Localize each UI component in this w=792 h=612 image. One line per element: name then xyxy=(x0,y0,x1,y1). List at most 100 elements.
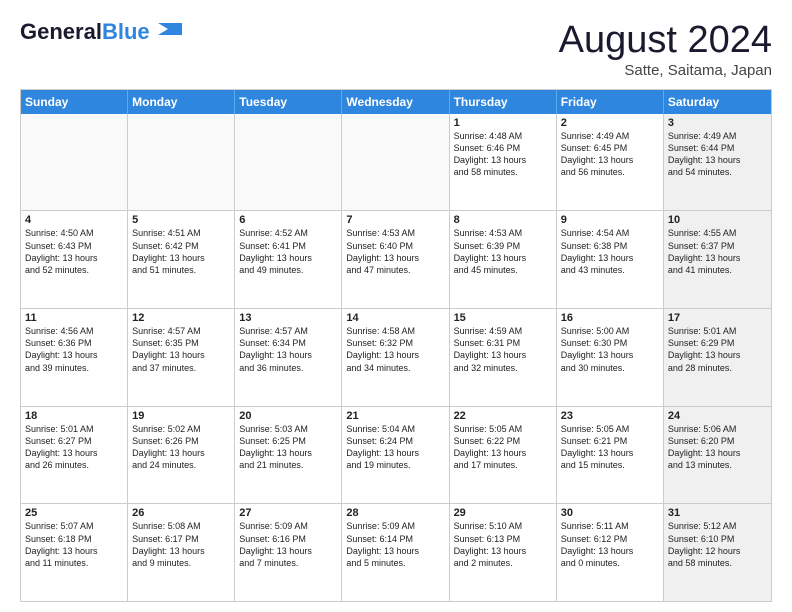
calendar-cell: 6Sunrise: 4:52 AM Sunset: 6:41 PM Daylig… xyxy=(235,211,342,308)
calendar-cell: 23Sunrise: 5:05 AM Sunset: 6:21 PM Dayli… xyxy=(557,407,664,504)
calendar-cell: 14Sunrise: 4:58 AM Sunset: 6:32 PM Dayli… xyxy=(342,309,449,406)
calendar-row: 11Sunrise: 4:56 AM Sunset: 6:36 PM Dayli… xyxy=(21,308,771,406)
page: GeneralBlue August 2024 Satte, Saitama, … xyxy=(0,0,792,612)
calendar-cell: 19Sunrise: 5:02 AM Sunset: 6:26 PM Dayli… xyxy=(128,407,235,504)
calendar-cell: 17Sunrise: 5:01 AM Sunset: 6:29 PM Dayli… xyxy=(664,309,771,406)
calendar-cell: 22Sunrise: 5:05 AM Sunset: 6:22 PM Dayli… xyxy=(450,407,557,504)
calendar-cell: 11Sunrise: 4:56 AM Sunset: 6:36 PM Dayli… xyxy=(21,309,128,406)
weekday-header-monday: Monday xyxy=(128,90,235,114)
day-number: 5 xyxy=(132,214,230,226)
calendar-cell: 1Sunrise: 4:48 AM Sunset: 6:46 PM Daylig… xyxy=(450,114,557,211)
cell-details: Sunrise: 5:04 AM Sunset: 6:24 PM Dayligh… xyxy=(346,423,444,472)
calendar-cell: 3Sunrise: 4:49 AM Sunset: 6:44 PM Daylig… xyxy=(664,114,771,211)
calendar-row: 1Sunrise: 4:48 AM Sunset: 6:46 PM Daylig… xyxy=(21,114,771,211)
day-number: 18 xyxy=(25,410,123,422)
calendar-row: 18Sunrise: 5:01 AM Sunset: 6:27 PM Dayli… xyxy=(21,406,771,504)
calendar-cell: 18Sunrise: 5:01 AM Sunset: 6:27 PM Dayli… xyxy=(21,407,128,504)
calendar-cell: 20Sunrise: 5:03 AM Sunset: 6:25 PM Dayli… xyxy=(235,407,342,504)
cell-details: Sunrise: 4:49 AM Sunset: 6:45 PM Dayligh… xyxy=(561,130,659,179)
calendar-cell: 13Sunrise: 4:57 AM Sunset: 6:34 PM Dayli… xyxy=(235,309,342,406)
day-number: 30 xyxy=(561,507,659,519)
calendar: SundayMondayTuesdayWednesdayThursdayFrid… xyxy=(20,89,772,602)
calendar-cell: 24Sunrise: 5:06 AM Sunset: 6:20 PM Dayli… xyxy=(664,407,771,504)
title-block: August 2024 Satte, Saitama, Japan xyxy=(559,20,772,79)
day-number: 20 xyxy=(239,410,337,422)
weekday-header-saturday: Saturday xyxy=(664,90,771,114)
cell-details: Sunrise: 5:03 AM Sunset: 6:25 PM Dayligh… xyxy=(239,423,337,472)
calendar-cell: 9Sunrise: 4:54 AM Sunset: 6:38 PM Daylig… xyxy=(557,211,664,308)
weekday-header-thursday: Thursday xyxy=(450,90,557,114)
calendar-cell xyxy=(128,114,235,211)
cell-details: Sunrise: 4:50 AM Sunset: 6:43 PM Dayligh… xyxy=(25,227,123,276)
cell-details: Sunrise: 5:09 AM Sunset: 6:14 PM Dayligh… xyxy=(346,520,444,569)
cell-details: Sunrise: 4:53 AM Sunset: 6:40 PM Dayligh… xyxy=(346,227,444,276)
month-title: August 2024 xyxy=(559,20,772,62)
calendar-cell: 5Sunrise: 4:51 AM Sunset: 6:42 PM Daylig… xyxy=(128,211,235,308)
calendar-cell xyxy=(342,114,449,211)
cell-details: Sunrise: 5:01 AM Sunset: 6:29 PM Dayligh… xyxy=(668,325,767,374)
calendar-cell: 10Sunrise: 4:55 AM Sunset: 6:37 PM Dayli… xyxy=(664,211,771,308)
day-number: 26 xyxy=(132,507,230,519)
cell-details: Sunrise: 5:09 AM Sunset: 6:16 PM Dayligh… xyxy=(239,520,337,569)
cell-details: Sunrise: 4:58 AM Sunset: 6:32 PM Dayligh… xyxy=(346,325,444,374)
header: GeneralBlue August 2024 Satte, Saitama, … xyxy=(20,20,772,79)
day-number: 14 xyxy=(346,312,444,324)
calendar-cell: 16Sunrise: 5:00 AM Sunset: 6:30 PM Dayli… xyxy=(557,309,664,406)
weekday-header-sunday: Sunday xyxy=(21,90,128,114)
day-number: 31 xyxy=(668,507,767,519)
logo-icon xyxy=(150,21,182,43)
cell-details: Sunrise: 4:57 AM Sunset: 6:34 PM Dayligh… xyxy=(239,325,337,374)
day-number: 23 xyxy=(561,410,659,422)
calendar-cell: 25Sunrise: 5:07 AM Sunset: 6:18 PM Dayli… xyxy=(21,504,128,601)
cell-details: Sunrise: 5:11 AM Sunset: 6:12 PM Dayligh… xyxy=(561,520,659,569)
day-number: 15 xyxy=(454,312,552,324)
calendar-cell: 30Sunrise: 5:11 AM Sunset: 6:12 PM Dayli… xyxy=(557,504,664,601)
day-number: 22 xyxy=(454,410,552,422)
cell-details: Sunrise: 4:56 AM Sunset: 6:36 PM Dayligh… xyxy=(25,325,123,374)
day-number: 16 xyxy=(561,312,659,324)
cell-details: Sunrise: 4:51 AM Sunset: 6:42 PM Dayligh… xyxy=(132,227,230,276)
day-number: 19 xyxy=(132,410,230,422)
calendar-cell: 29Sunrise: 5:10 AM Sunset: 6:13 PM Dayli… xyxy=(450,504,557,601)
cell-details: Sunrise: 4:49 AM Sunset: 6:44 PM Dayligh… xyxy=(668,130,767,179)
cell-details: Sunrise: 4:53 AM Sunset: 6:39 PM Dayligh… xyxy=(454,227,552,276)
day-number: 3 xyxy=(668,117,767,129)
location: Satte, Saitama, Japan xyxy=(559,62,772,79)
day-number: 6 xyxy=(239,214,337,226)
logo-text: GeneralBlue xyxy=(20,20,150,44)
cell-details: Sunrise: 5:05 AM Sunset: 6:22 PM Dayligh… xyxy=(454,423,552,472)
calendar-cell xyxy=(235,114,342,211)
day-number: 17 xyxy=(668,312,767,324)
day-number: 21 xyxy=(346,410,444,422)
cell-details: Sunrise: 5:08 AM Sunset: 6:17 PM Dayligh… xyxy=(132,520,230,569)
cell-details: Sunrise: 4:55 AM Sunset: 6:37 PM Dayligh… xyxy=(668,227,767,276)
calendar-cell: 28Sunrise: 5:09 AM Sunset: 6:14 PM Dayli… xyxy=(342,504,449,601)
day-number: 13 xyxy=(239,312,337,324)
cell-details: Sunrise: 5:00 AM Sunset: 6:30 PM Dayligh… xyxy=(561,325,659,374)
day-number: 24 xyxy=(668,410,767,422)
day-number: 12 xyxy=(132,312,230,324)
weekday-header-tuesday: Tuesday xyxy=(235,90,342,114)
day-number: 2 xyxy=(561,117,659,129)
cell-details: Sunrise: 5:02 AM Sunset: 6:26 PM Dayligh… xyxy=(132,423,230,472)
cell-details: Sunrise: 5:06 AM Sunset: 6:20 PM Dayligh… xyxy=(668,423,767,472)
calendar-row: 25Sunrise: 5:07 AM Sunset: 6:18 PM Dayli… xyxy=(21,503,771,601)
calendar-cell: 27Sunrise: 5:09 AM Sunset: 6:16 PM Dayli… xyxy=(235,504,342,601)
day-number: 1 xyxy=(454,117,552,129)
cell-details: Sunrise: 4:59 AM Sunset: 6:31 PM Dayligh… xyxy=(454,325,552,374)
calendar-cell: 8Sunrise: 4:53 AM Sunset: 6:39 PM Daylig… xyxy=(450,211,557,308)
calendar-cell: 4Sunrise: 4:50 AM Sunset: 6:43 PM Daylig… xyxy=(21,211,128,308)
day-number: 7 xyxy=(346,214,444,226)
calendar-cell: 21Sunrise: 5:04 AM Sunset: 6:24 PM Dayli… xyxy=(342,407,449,504)
day-number: 29 xyxy=(454,507,552,519)
day-number: 8 xyxy=(454,214,552,226)
weekday-header-friday: Friday xyxy=(557,90,664,114)
calendar-cell: 12Sunrise: 4:57 AM Sunset: 6:35 PM Dayli… xyxy=(128,309,235,406)
day-number: 25 xyxy=(25,507,123,519)
cell-details: Sunrise: 4:57 AM Sunset: 6:35 PM Dayligh… xyxy=(132,325,230,374)
calendar-cell: 2Sunrise: 4:49 AM Sunset: 6:45 PM Daylig… xyxy=(557,114,664,211)
cell-details: Sunrise: 4:48 AM Sunset: 6:46 PM Dayligh… xyxy=(454,130,552,179)
cell-details: Sunrise: 5:05 AM Sunset: 6:21 PM Dayligh… xyxy=(561,423,659,472)
cell-details: Sunrise: 4:52 AM Sunset: 6:41 PM Dayligh… xyxy=(239,227,337,276)
day-number: 27 xyxy=(239,507,337,519)
